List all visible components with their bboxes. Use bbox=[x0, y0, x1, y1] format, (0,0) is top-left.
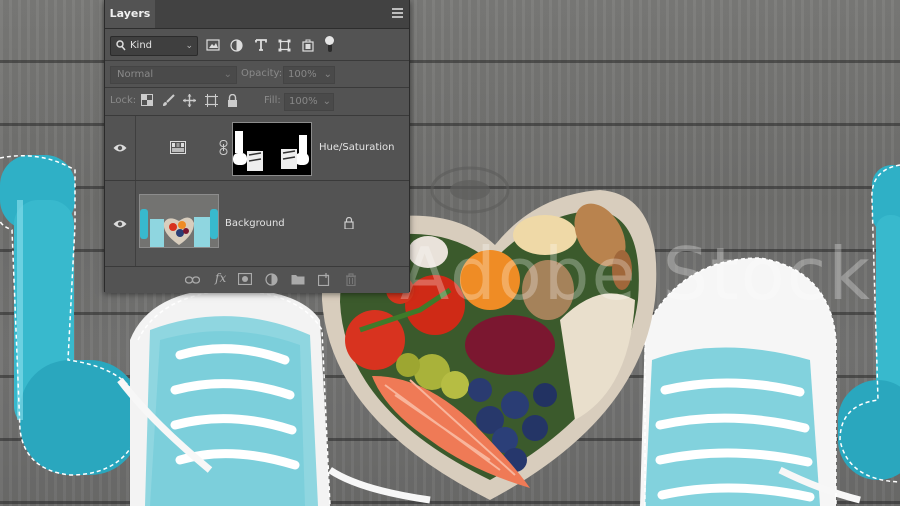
smart-object-filter-icon[interactable] bbox=[302, 39, 316, 53]
lock-label: Lock: bbox=[110, 95, 137, 106]
shape-filter-icon[interactable] bbox=[278, 39, 292, 53]
lock-image-pixels-icon[interactable] bbox=[162, 94, 176, 108]
visibility-toggle[interactable] bbox=[105, 116, 136, 180]
lock-position-icon[interactable] bbox=[183, 94, 197, 108]
lock-artboard-icon[interactable] bbox=[205, 94, 219, 108]
visibility-toggle[interactable] bbox=[105, 181, 136, 267]
new-group-icon[interactable] bbox=[291, 273, 306, 287]
layer-thumbnail[interactable] bbox=[139, 194, 219, 248]
chevron-down-icon: ⌄ bbox=[223, 69, 232, 80]
filter-toggle[interactable] bbox=[325, 36, 335, 54]
tab-layers[interactable]: Layers bbox=[105, 0, 155, 28]
lock-transparent-pixels-icon[interactable] bbox=[141, 94, 155, 108]
opacity-field[interactable]: 100% ⌄ bbox=[283, 66, 335, 84]
layer-name[interactable]: Background bbox=[225, 218, 285, 229]
fill-field[interactable]: 100% ⌄ bbox=[284, 93, 334, 111]
new-layer-icon[interactable] bbox=[317, 273, 333, 287]
layer-filter-row: Kind ⌄ bbox=[105, 29, 409, 60]
right-sneaker bbox=[640, 257, 861, 506]
blend-row: Normal ⌄ Opacity: 100% ⌄ bbox=[105, 61, 409, 87]
fx-icon[interactable]: fx bbox=[215, 271, 226, 285]
chevron-down-icon: ⌄ bbox=[322, 96, 331, 107]
pixel-filter-icon[interactable] bbox=[206, 39, 220, 53]
right-dumbbell bbox=[838, 164, 900, 483]
type-filter-icon[interactable] bbox=[255, 39, 269, 53]
filter-kind-select[interactable]: Kind ⌄ bbox=[110, 36, 198, 56]
adjustment-layer-icon[interactable] bbox=[265, 273, 280, 287]
filter-kind-label: Kind bbox=[130, 40, 153, 51]
layers-panel: Layers Kind ⌄ Normal ⌄ Opacity: 100% ⌄ L… bbox=[104, 0, 410, 293]
layer-mask-thumbnail[interactable] bbox=[232, 122, 312, 176]
search-icon bbox=[116, 40, 126, 58]
chevron-down-icon: ⌄ bbox=[323, 69, 332, 80]
link-layers-icon[interactable] bbox=[184, 273, 201, 287]
opacity-value: 100% bbox=[288, 69, 317, 80]
adjustment-filter-icon[interactable] bbox=[230, 39, 244, 53]
lock-row: Lock: Fill: 100% ⌄ bbox=[105, 88, 409, 114]
panel-bottom-bar: fx bbox=[105, 266, 409, 293]
mask-link-icon[interactable] bbox=[219, 140, 228, 155]
add-mask-icon[interactable] bbox=[237, 272, 253, 287]
trash-icon[interactable] bbox=[345, 273, 360, 287]
layer-lock-icon bbox=[344, 216, 354, 230]
fill-value: 100% bbox=[289, 96, 318, 107]
layer-row-background[interactable]: Background bbox=[105, 180, 409, 267]
panel-menu-icon[interactable] bbox=[392, 8, 403, 19]
lock-all-icon[interactable] bbox=[227, 93, 241, 108]
panel-tab-bar: Layers bbox=[105, 0, 409, 29]
opacity-label: Opacity: bbox=[241, 68, 283, 79]
eye-icon[interactable] bbox=[113, 219, 127, 229]
layer-name[interactable]: Hue/Saturation bbox=[319, 142, 395, 153]
blend-mode-select[interactable]: Normal ⌄ bbox=[110, 66, 237, 84]
blend-mode-value: Normal bbox=[117, 69, 154, 80]
eye-icon[interactable] bbox=[113, 143, 127, 153]
chevron-down-icon: ⌄ bbox=[185, 41, 193, 51]
layer-row-hue-saturation[interactable]: Hue/Saturation bbox=[105, 115, 409, 180]
fill-label: Fill: bbox=[264, 95, 281, 106]
hue-saturation-icon bbox=[170, 141, 186, 154]
